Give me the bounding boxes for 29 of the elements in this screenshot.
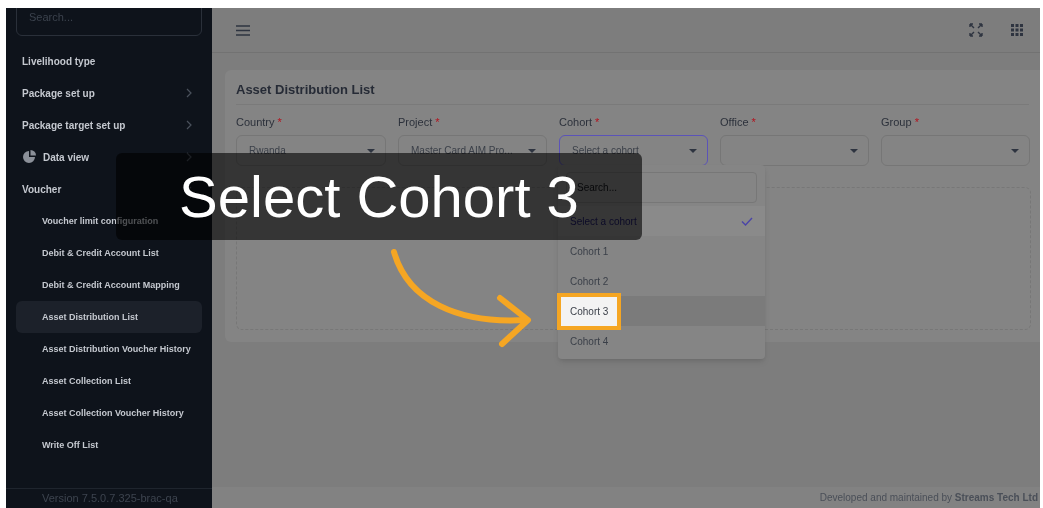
field-label: Office * bbox=[720, 115, 757, 130]
sidebar-subitem[interactable]: Asset Distribution Voucher History bbox=[16, 333, 202, 365]
chevron-right-icon bbox=[186, 88, 192, 98]
pie-chart-icon bbox=[22, 150, 36, 164]
sidebar-item[interactable]: Package target set up bbox=[6, 109, 212, 141]
caret-icon bbox=[689, 148, 697, 153]
sidebar-item[interactable]: Livelihood type bbox=[6, 45, 212, 77]
field-label: Group * bbox=[881, 115, 920, 130]
field-label: Cohort * bbox=[559, 115, 601, 130]
select-field[interactable] bbox=[881, 135, 1030, 166]
sidebar-subitem[interactable]: Debit & Credit Account List bbox=[16, 237, 202, 269]
sidebar-subitem[interactable]: Asset Distribution List bbox=[16, 301, 202, 333]
sidebar-item[interactable]: Package set up bbox=[6, 77, 212, 109]
sidebar-item[interactable]: Data view bbox=[6, 141, 212, 173]
chevron-right-icon bbox=[186, 152, 192, 162]
caret-icon bbox=[1011, 148, 1019, 153]
sidebar-subitem[interactable]: Write Off List bbox=[16, 429, 202, 461]
chevron-right-icon bbox=[186, 120, 192, 130]
page-title: Asset Distribution List bbox=[236, 81, 376, 98]
menu-icon[interactable] bbox=[236, 24, 250, 36]
sidebar-subitem[interactable]: Asset Collection List bbox=[16, 365, 202, 397]
sidebar-subitem[interactable]: Asset Collection Voucher History bbox=[16, 397, 202, 429]
caret-icon bbox=[850, 148, 858, 153]
fullscreen-icon[interactable] bbox=[969, 23, 983, 37]
checkmark-icon bbox=[741, 216, 753, 226]
field-label: Project * bbox=[398, 115, 441, 130]
sidebar-subitem[interactable]: Debit & Credit Account Mapping bbox=[16, 269, 202, 301]
field-label: Country * bbox=[236, 115, 283, 130]
apps-grid-icon[interactable] bbox=[1011, 24, 1023, 36]
